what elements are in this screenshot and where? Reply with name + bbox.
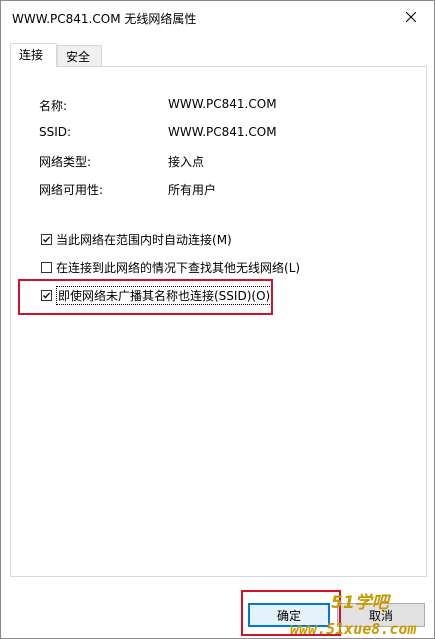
ssid-label: SSID:: [39, 125, 72, 139]
connect-hidden-ssid-label: 即使网络未广播其名称也连接(SSID)(O): [56, 285, 273, 305]
network-availability-value: 所有用户: [168, 183, 217, 197]
window-title: WWW.PC841.COM 无线网络属性: [12, 12, 197, 26]
search-other-networks-option[interactable]: 在连接到此网络的情况下查找其他无线网络(L): [41, 259, 300, 275]
auto-connect-option[interactable]: 当此网络在范围内时自动连接(M): [41, 231, 232, 247]
connect-hidden-ssid-option[interactable]: 即使网络未广播其名称也连接(SSID)(O): [41, 285, 273, 305]
name-label: 名称:: [39, 99, 68, 113]
network-type-label: 网络类型:: [39, 155, 92, 169]
connection-panel: 名称: WWW.PC841.COM SSID: WWW.PC841.COM 网络…: [10, 66, 427, 577]
close-button[interactable]: [388, 1, 434, 33]
close-icon: [406, 12, 416, 22]
properties-dialog: WWW.PC841.COM 无线网络属性 连接 安全 名称: WWW.PC841…: [0, 0, 435, 639]
ssid-value: WWW.PC841.COM: [168, 125, 277, 139]
network-availability-label: 网络可用性:: [39, 183, 104, 197]
checkmark-icon: [43, 292, 50, 298]
auto-connect-label: 当此网络在范围内时自动连接(M): [56, 232, 232, 247]
cancel-button[interactable]: 取消: [337, 603, 425, 627]
network-type-value: 接入点: [168, 155, 205, 169]
title-bar: WWW.PC841.COM 无线网络属性: [1, 1, 434, 33]
tab-security[interactable]: 安全: [57, 45, 102, 67]
search-other-networks-checkbox[interactable]: [41, 261, 52, 273]
auto-connect-checkbox[interactable]: [41, 233, 52, 245]
connect-hidden-ssid-checkbox[interactable]: [41, 289, 52, 301]
ok-button[interactable]: 确定: [248, 603, 330, 627]
checkmark-icon: [43, 236, 50, 242]
search-other-networks-label: 在连接到此网络的情况下查找其他无线网络(L): [56, 260, 301, 275]
name-value: WWW.PC841.COM: [168, 97, 277, 111]
tab-connection[interactable]: 连接: [10, 43, 57, 67]
